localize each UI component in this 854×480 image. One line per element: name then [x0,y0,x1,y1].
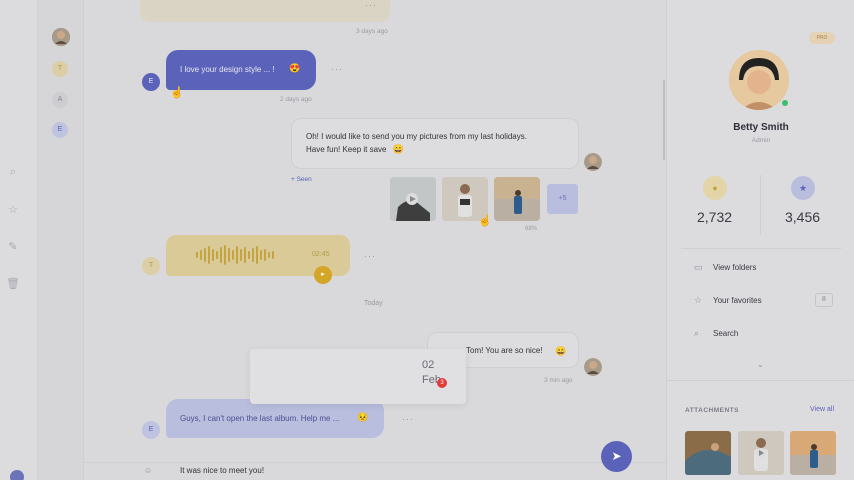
search-icon: ⌕ [694,328,700,338]
voice-duration: 02:45 [312,251,330,258]
notification-badge: 3 [437,378,447,388]
pro-badge: PRO [809,32,835,44]
sender-avatar-photo [584,358,602,376]
send-button[interactable]: ➤ [601,441,632,472]
chevron-down-icon[interactable]: ⌄ [757,360,764,369]
star-icon[interactable]: ☆ [6,203,20,217]
media-thumbnail[interactable] [390,177,436,221]
media-thumbnail[interactable] [494,177,540,221]
emoji: 😄 [555,346,567,356]
contact-avatar-t[interactable]: T [52,61,68,77]
emoji: 😣 [357,412,369,422]
message-text-line-2: Have fun! Keep it save [306,145,387,154]
cursor-icon: ☝ [170,87,184,99]
message-time: 3 days ago [356,28,388,35]
contact-avatar-photo[interactable] [52,28,70,46]
contact-avatar-a[interactable]: A [52,92,68,108]
online-indicator [782,100,788,106]
icon-rail: ⌕ ☆ ✎ 🗑 [0,0,38,480]
message-options-icon[interactable]: ··· [331,64,343,74]
panel-divider [667,380,854,381]
attachment-thumbnail[interactable] [790,431,836,475]
message-bubble[interactable]: I love your design style ... ! 😍 [166,50,316,90]
previous-message-bubble [140,0,390,22]
contacts-column: T A E [38,0,84,480]
message-bubble[interactable]: Guys, I can't open the last album. Help … [166,399,384,438]
attachments-title: ATTACHMENTS [685,407,740,414]
message-bubble[interactable]: Oh! I would like to send you my pictures… [291,118,579,169]
profile-avatar[interactable] [729,50,789,110]
more-media-button[interactable]: +5 [547,184,578,214]
play-button[interactable]: ▸ [314,266,332,284]
message-text: Tom! You are so nice! [466,346,543,355]
profile-panel: PRO Betty Smith Admin ● 2,732 ★ 3,456 ▭ … [666,0,854,480]
message-composer: ☺ It was nice to meet you! [84,462,666,480]
sender-avatar: T [142,257,160,275]
composer-input[interactable]: It was nice to meet you! [180,466,264,475]
sender-avatar-photo [584,153,602,171]
emoji: 😍 [289,63,301,73]
menu-view-folders[interactable]: View folders [713,263,756,272]
chat-area: ··· 3 days ago E I love your design styl… [84,0,666,480]
favorites-count: 8 [815,293,833,307]
stat-value-1: 2,732 [697,209,733,225]
cursor-icon: ☝ [478,215,492,227]
upload-progress: 68% [525,226,538,232]
message-text-line-1: Oh! I would like to send you my pictures… [306,132,527,141]
star-outline-icon: ☆ [694,295,703,305]
message-time: 3 min ago [544,377,573,384]
search-icon[interactable]: ⌕ [6,165,20,179]
chat-scrollbar[interactable] [663,80,665,160]
sender-avatar: E [142,73,160,91]
message-time: 2 days ago [280,96,312,103]
stat-value-2: 3,456 [785,209,821,225]
audio-waveform [196,245,276,265]
seen-label: + Seen [291,176,312,183]
message-options-icon[interactable]: ··· [364,251,376,261]
message-options-icon[interactable]: ··· [365,0,377,10]
popup-day: 02 [422,359,435,371]
star-icon: ★ [791,176,815,200]
emoji-icon[interactable]: ☺ [144,466,152,475]
contact-avatar-e[interactable]: E [52,122,68,138]
trash-icon[interactable]: 🗑 [6,277,20,291]
message-options-icon[interactable]: ··· [402,414,414,424]
view-all-link[interactable]: View all [810,406,834,413]
folder-icon: ▭ [694,262,703,272]
stat-divider [760,175,761,235]
profile-name: Betty Smith [733,122,789,133]
user-icon: ● [703,176,727,200]
emoji: 😄 [392,144,404,154]
menu-your-favorites[interactable]: Your favorites [713,296,762,305]
user-status-dot[interactable] [10,470,24,480]
profile-role: Admin [751,137,771,144]
attachment-thumbnail[interactable] [738,431,784,475]
panel-divider [681,248,841,249]
pencil-icon[interactable]: ✎ [6,240,20,254]
menu-search[interactable]: Search [713,329,738,338]
date-popup[interactable]: 02 Feb 3 [250,349,466,404]
message-text: I love your design style ... ! [180,65,275,74]
message-text: Guys, I can't open the last album. Help … [180,414,340,423]
attachment-thumbnail[interactable] [685,431,731,475]
date-divider: Today [364,300,383,307]
sender-avatar: E [142,421,160,439]
